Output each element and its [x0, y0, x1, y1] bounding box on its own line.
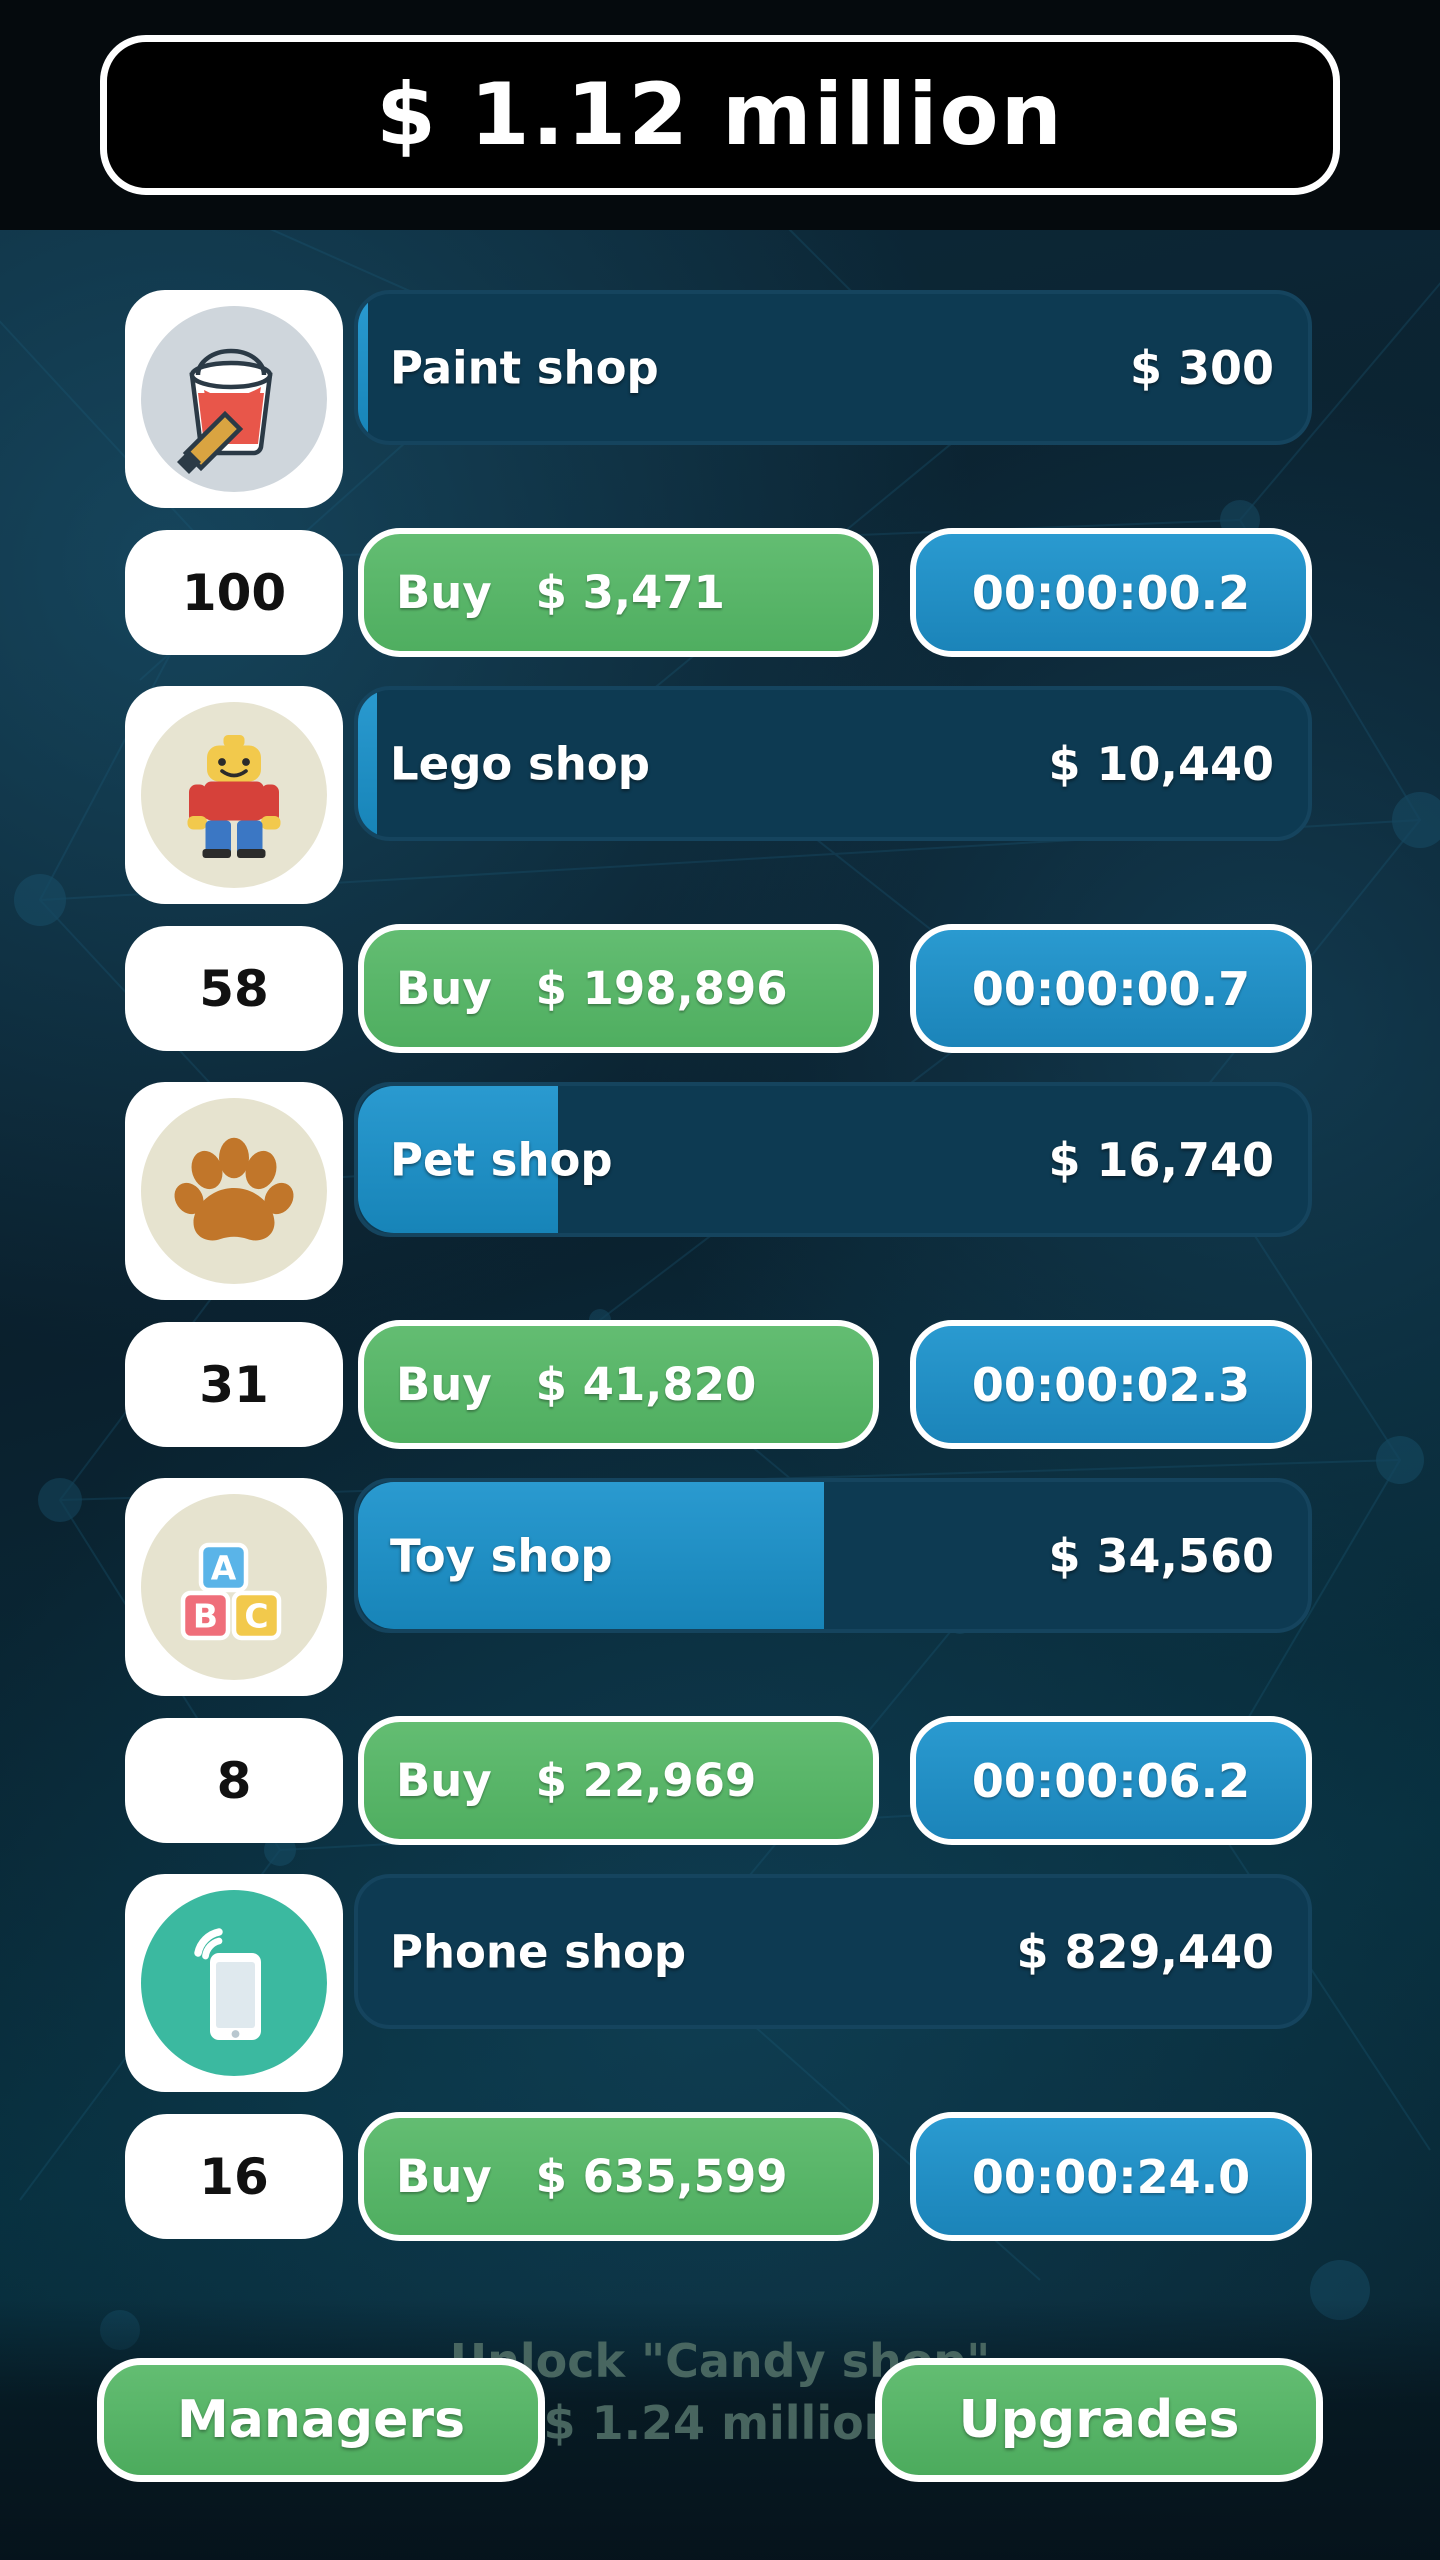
timer-text: 00:00:00.2: [971, 565, 1251, 620]
shop-row: Lego shop $ 10,440 58 Buy $ 198,896 00:0…: [0, 636, 1440, 1053]
shop-revenue: $ 300: [1129, 340, 1274, 395]
shop-count: 8: [216, 1751, 252, 1810]
smartphone-icon: [194, 1928, 261, 2040]
buy-label: Buy: [396, 1754, 492, 1807]
shop-revenue: $ 34,560: [1048, 1528, 1274, 1583]
shop-row: A B C Toy shop $ 34,560 8 Buy $ 22,969 0…: [0, 1428, 1440, 1845]
timer-text: 00:00:24.0: [971, 2149, 1251, 2204]
buy-price: $ 41,820: [535, 1358, 757, 1411]
buy-price: $ 3,471: [535, 566, 725, 619]
shop-revenue: $ 10,440: [1048, 736, 1274, 791]
shop-name: Pet shop: [390, 1133, 613, 1186]
shop-progress-bar[interactable]: Lego shop $ 10,440: [354, 686, 1312, 841]
money-pill: $ 1.12 million: [100, 35, 1340, 195]
paint-bucket-icon: [177, 348, 273, 474]
shop-name: Paint shop: [390, 341, 659, 394]
bottom-bar: Unlock "Candy shop" $ 1.24 million Manag…: [0, 2300, 1440, 2560]
lego-figure-icon: [187, 735, 281, 858]
shop-row: Pet shop $ 16,740 31 Buy $ 41,820 00:00:…: [0, 1032, 1440, 1449]
shop-row: Phone shop $ 829,440 16 Buy $ 635,599 00…: [0, 1824, 1440, 2241]
shop-progress-bar[interactable]: Toy shop $ 34,560: [354, 1478, 1312, 1633]
buy-price: $ 198,896: [535, 962, 788, 1015]
shop-progress-bar[interactable]: Paint shop $ 300: [354, 290, 1312, 445]
timer-text: 00:00:06.2: [971, 1753, 1251, 1808]
shop-revenue: $ 16,740: [1048, 1132, 1274, 1187]
shop-icon-tile[interactable]: [125, 290, 343, 508]
timer-text: 00:00:02.3: [971, 1357, 1251, 1412]
shop-name: Toy shop: [390, 1529, 613, 1582]
buy-label: Buy: [396, 566, 492, 619]
shop-list: Paint shop $ 300 100 Buy $ 3,471 00:00:0…: [0, 240, 1440, 2241]
shop-count: 58: [199, 959, 269, 1018]
buy-price: $ 635,599: [535, 2150, 788, 2203]
money-banner: $ 1.12 million: [0, 0, 1440, 230]
buy-label: Buy: [396, 1358, 492, 1411]
shop-icon-tile[interactable]: [125, 1082, 343, 1300]
shop-row: Paint shop $ 300 100 Buy $ 3,471 00:00:0…: [0, 240, 1440, 657]
svg-text:B: B: [193, 1597, 218, 1636]
shop-icon-tile[interactable]: [125, 686, 343, 904]
shop-name: Lego shop: [390, 737, 650, 790]
shop-revenue: $ 829,440: [1016, 1924, 1274, 1979]
managers-button[interactable]: Managers: [97, 2358, 545, 2482]
game-screen: $ 1.12 million Paint shop $ 300 100 Buy …: [0, 0, 1440, 2560]
shop-progress-fill: [358, 690, 377, 837]
svg-text:C: C: [244, 1597, 268, 1636]
managers-label: Managers: [176, 2390, 466, 2450]
upgrades-label: Upgrades: [958, 2390, 1240, 2450]
svg-text:A: A: [211, 1549, 237, 1588]
buy-label: Buy: [396, 2150, 492, 2203]
shop-count: 16: [199, 2147, 269, 2206]
abc-blocks-icon: A B C: [180, 1542, 282, 1641]
upgrades-button[interactable]: Upgrades: [875, 2358, 1323, 2482]
shop-progress-fill: [358, 294, 368, 441]
timer-text: 00:00:00.7: [971, 961, 1251, 1016]
shop-icon-tile[interactable]: [125, 1874, 343, 2092]
buy-price: $ 22,969: [535, 1754, 757, 1807]
buy-label: Buy: [396, 962, 492, 1015]
shop-name: Phone shop: [390, 1925, 687, 1978]
paw-print-icon: [174, 1137, 294, 1241]
shop-timer[interactable]: 00:00:24.0: [910, 2112, 1312, 2241]
shop-count: 100: [181, 563, 287, 622]
shop-count-pill: 16: [125, 2114, 343, 2239]
shop-icon-tile[interactable]: A B C: [125, 1478, 343, 1696]
shop-count: 31: [199, 1355, 269, 1414]
shop-progress-bar[interactable]: Pet shop $ 16,740: [354, 1082, 1312, 1237]
buy-button[interactable]: Buy $ 635,599: [358, 2112, 879, 2241]
money-amount: $ 1.12 million: [376, 65, 1064, 165]
shop-progress-bar[interactable]: Phone shop $ 829,440: [354, 1874, 1312, 2029]
